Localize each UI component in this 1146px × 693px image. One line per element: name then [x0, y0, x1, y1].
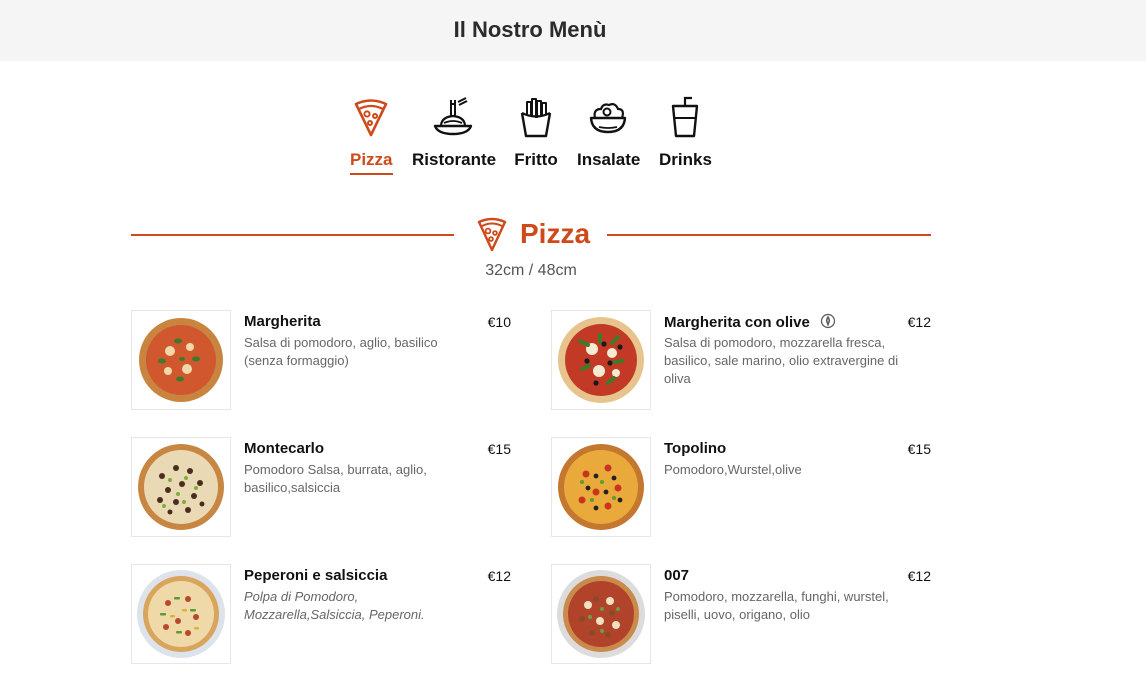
pizza-image: [551, 437, 651, 537]
fries-icon: [520, 98, 552, 138]
pizza-image: [131, 310, 231, 410]
menu-item[interactable]: Margherita €10 Salsa di pomodoro, aglio,…: [131, 310, 511, 410]
tab-label: Insalate: [577, 150, 641, 169]
category-nav: Pizza Ristorante Fritto Insalate Drinks: [0, 96, 1060, 186]
vegetarian-icon: [820, 313, 835, 329]
item-price: €10: [487, 314, 511, 330]
tab-pizza[interactable]: Pizza: [350, 96, 393, 175]
item-name: Montecarlo: [244, 440, 325, 457]
pizza-image: [131, 437, 231, 537]
salad-bowl-icon: [589, 103, 627, 134]
menu-item[interactable]: Topolino €15 Pomodoro,Wurstel,olive: [551, 437, 931, 537]
item-name: 007: [664, 567, 690, 584]
pizza-image: [551, 564, 651, 664]
section-heading: Pizza: [131, 214, 931, 258]
tab-fritto[interactable]: Fritto: [514, 96, 558, 173]
tab-label: Drinks: [659, 150, 712, 169]
item-name-text: Margherita con olive: [664, 314, 810, 331]
item-description: Pomodoro Salsa, burrata, aglio, basilico…: [244, 462, 427, 495]
item-name: Margherita: [244, 313, 321, 330]
item-price: €15: [907, 441, 931, 457]
menu-item[interactable]: 007 €12 Pomodoro, mozzarella, funghi, wu…: [551, 564, 931, 664]
drink-cup-icon: [671, 96, 699, 138]
section-sizes: 32cm / 48cm: [485, 262, 577, 279]
item-description: Salsa di pomodoro, mozzarella fresca, ba…: [664, 335, 899, 386]
tab-label: Pizza: [350, 150, 393, 175]
top-bar: Il Nostro Menù: [0, 0, 1146, 61]
tab-drinks[interactable]: Drinks: [659, 96, 712, 173]
item-description: Salsa di pomodoro, aglio, basilico (senz…: [244, 335, 438, 368]
tab-ristorante[interactable]: Ristorante: [412, 96, 497, 173]
pizza-image: [131, 564, 231, 664]
menu-item[interactable]: Peperoni e salsiccia €12 Polpa di Pomodo…: [131, 564, 511, 664]
item-price: €12: [907, 568, 931, 584]
page-title: Il Nostro Menù: [453, 17, 607, 42]
pizza-slice-icon: [354, 99, 388, 137]
item-name: Peperoni e salsiccia: [244, 567, 388, 584]
item-description: Pomodoro, mozzarella, funghi, wurstel, p…: [664, 589, 889, 622]
section-title: Pizza: [520, 218, 591, 249]
menu-item[interactable]: Margherita con olive €12 Salsa di pomodo…: [551, 310, 931, 410]
divider-left: [131, 234, 454, 236]
item-description: Pomodoro,Wurstel,olive: [664, 462, 802, 477]
item-price: €15: [487, 441, 511, 457]
tab-insalate[interactable]: Insalate: [577, 96, 641, 173]
item-name: Topolino: [664, 440, 727, 457]
menu-item[interactable]: Montecarlo €15 Pomodoro Salsa, burrata, …: [131, 437, 511, 537]
tab-label: Fritto: [514, 150, 558, 169]
pizza-image: [551, 310, 651, 410]
spaghetti-icon: [433, 97, 473, 136]
item-description: Polpa di Pomodoro, Mozzarella,Salsiccia,…: [244, 589, 425, 622]
item-name: Margherita con olive: [664, 313, 836, 331]
item-price: €12: [487, 568, 511, 584]
pizza-slice-icon: [477, 217, 507, 252]
item-price: €12: [907, 314, 931, 330]
tab-label: Ristorante: [412, 150, 497, 169]
divider-right: [607, 234, 931, 236]
